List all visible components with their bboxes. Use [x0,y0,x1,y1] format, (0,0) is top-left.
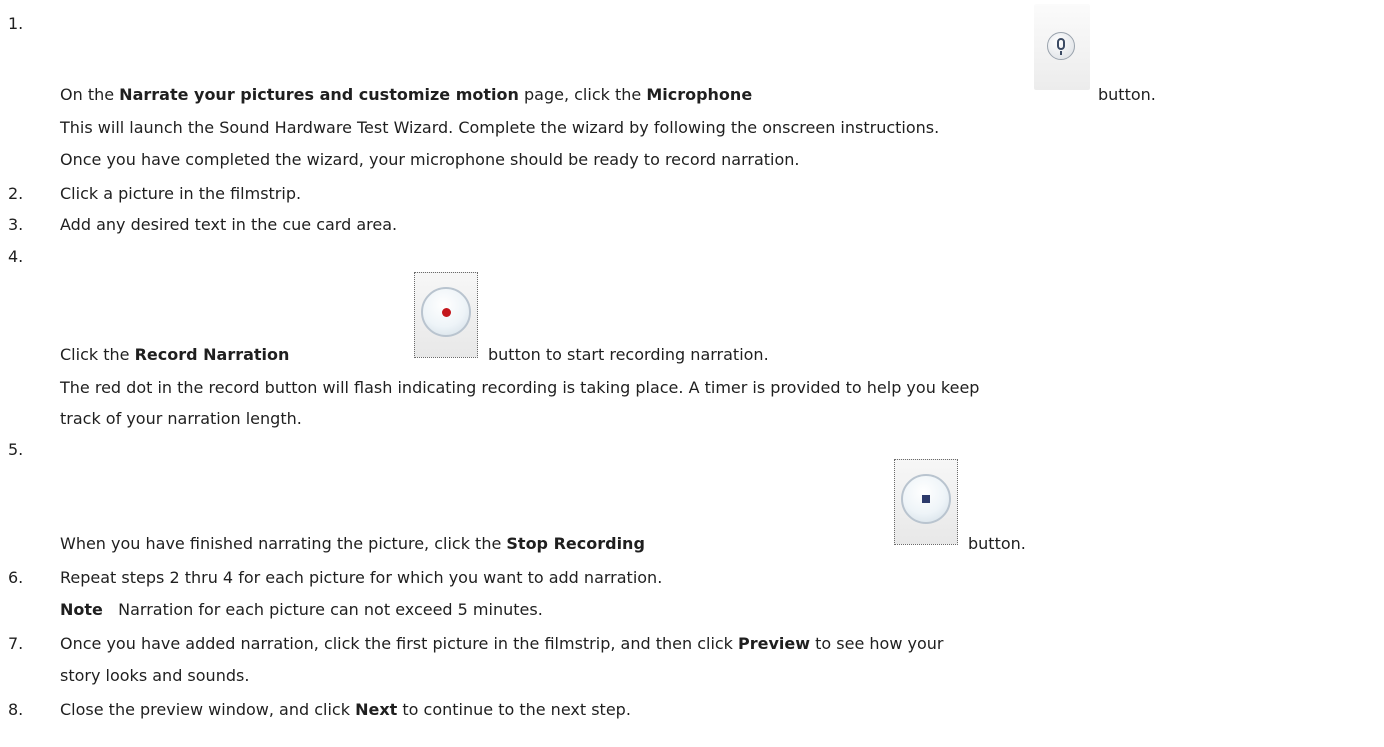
step-number: 6. [8,568,24,587]
stop-recording-label: Stop Recording [506,534,645,553]
record-narration-button[interactable] [414,272,478,358]
record-narration-icon [421,287,471,337]
stop-recording-button[interactable] [894,459,958,545]
step-4-line-2: The red dot in the record button will fl… [60,378,980,397]
microphone-icon [1047,32,1075,60]
step-1-line-3: Once you have completed the wizard, your… [60,150,800,169]
microphone-label: Microphone [646,85,753,104]
step-number: 1. [8,14,24,33]
step-5-line-1-end: button. [968,534,1026,553]
step-8-text: Close the preview window, and click Next… [60,700,631,719]
preview-label: Preview [738,634,811,653]
step-number: 2. [8,184,24,203]
record-narration-label: Record Narration [134,345,290,364]
step-6-text: Repeat steps 2 thru 4 for each picture f… [60,568,663,587]
stop-recording-icon [901,474,951,524]
step-number: 4. [8,247,24,266]
next-label: Next [355,700,398,719]
step-4-line-1-end: button to start recording narration. [488,345,769,364]
record-dot [442,308,451,317]
step-3-text: Add any desired text in the cue card are… [60,215,398,234]
note-text: Narration for each picture can not excee… [118,600,543,619]
step-number: 8. [8,700,24,719]
step-7-line-2: story looks and sounds. [60,666,250,685]
page-name: Narrate your pictures and customize moti… [119,85,519,104]
stop-square [922,495,930,503]
step-4-line-1: Click the Record Narration [60,345,290,364]
step-2-text: Click a picture in the filmstrip. [60,184,302,203]
step-1-line-1: On the Narrate your pictures and customi… [60,85,753,104]
step-1-line-1-end: button. [1098,85,1156,104]
step-7-line-1: Once you have added narration, click the… [60,634,944,653]
note-label: Note [60,600,103,619]
step-number: 5. [8,440,24,459]
step-5-line-1: When you have finished narrating the pic… [60,534,645,553]
step-number: 7. [8,634,24,653]
step-number: 3. [8,215,24,234]
microphone-button[interactable] [1034,4,1090,90]
step-4-line-3: track of your narration length. [60,409,302,428]
step-1-line-2: This will launch the Sound Hardware Test… [60,118,940,137]
note: Note Narration for each picture can not … [60,600,543,619]
